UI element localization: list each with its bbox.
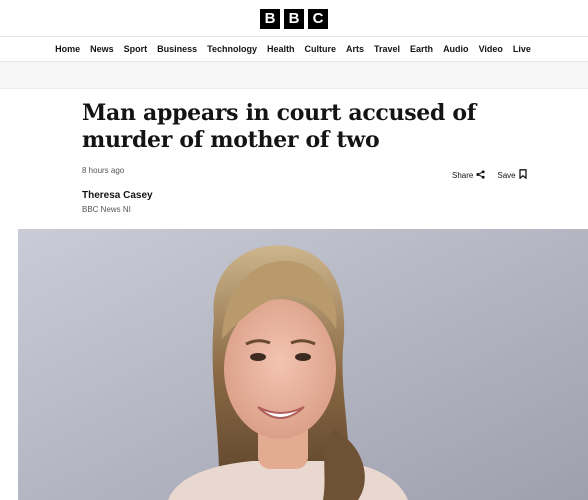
hero-photo [18, 229, 588, 500]
main-navigation: Home News Sport Business Technology Heal… [0, 36, 588, 62]
save-button[interactable]: Save [497, 169, 527, 181]
article-timestamp: 8 hours ago [82, 166, 125, 175]
share-label: Share [452, 170, 474, 180]
share-icon [476, 169, 485, 181]
save-label: Save [497, 170, 516, 180]
nav-item-health[interactable]: Health [267, 44, 295, 54]
masthead: B B C [0, 0, 588, 36]
nav-item-travel[interactable]: Travel [374, 44, 400, 54]
nav-item-arts[interactable]: Arts [346, 44, 364, 54]
nav-item-technology[interactable]: Technology [207, 44, 257, 54]
nav-item-audio[interactable]: Audio [443, 44, 469, 54]
author-name: Theresa Casey [82, 190, 153, 201]
nav-item-news[interactable]: News [90, 44, 114, 54]
nav-item-home[interactable]: Home [55, 44, 80, 54]
author-organization: BBC News NI [82, 205, 131, 214]
nav-item-earth[interactable]: Earth [410, 44, 433, 54]
bookmark-icon [518, 169, 527, 181]
article-headline: Man appears in court accused of murder o… [82, 100, 476, 153]
logo-letter: B [284, 9, 304, 29]
ad-placeholder-band [0, 62, 588, 89]
logo-letter: B [260, 9, 280, 29]
nav-item-live[interactable]: Live [513, 44, 531, 54]
bbc-logo[interactable]: B B C [260, 9, 328, 29]
nav-item-culture[interactable]: Culture [305, 44, 337, 54]
nav-item-video[interactable]: Video [479, 44, 503, 54]
logo-letter: C [308, 9, 328, 29]
nav-item-sport[interactable]: Sport [124, 44, 148, 54]
nav-item-business[interactable]: Business [157, 44, 197, 54]
hero-image [18, 229, 588, 500]
share-button[interactable]: Share [452, 169, 485, 181]
article-actions: Share Save [452, 169, 527, 181]
